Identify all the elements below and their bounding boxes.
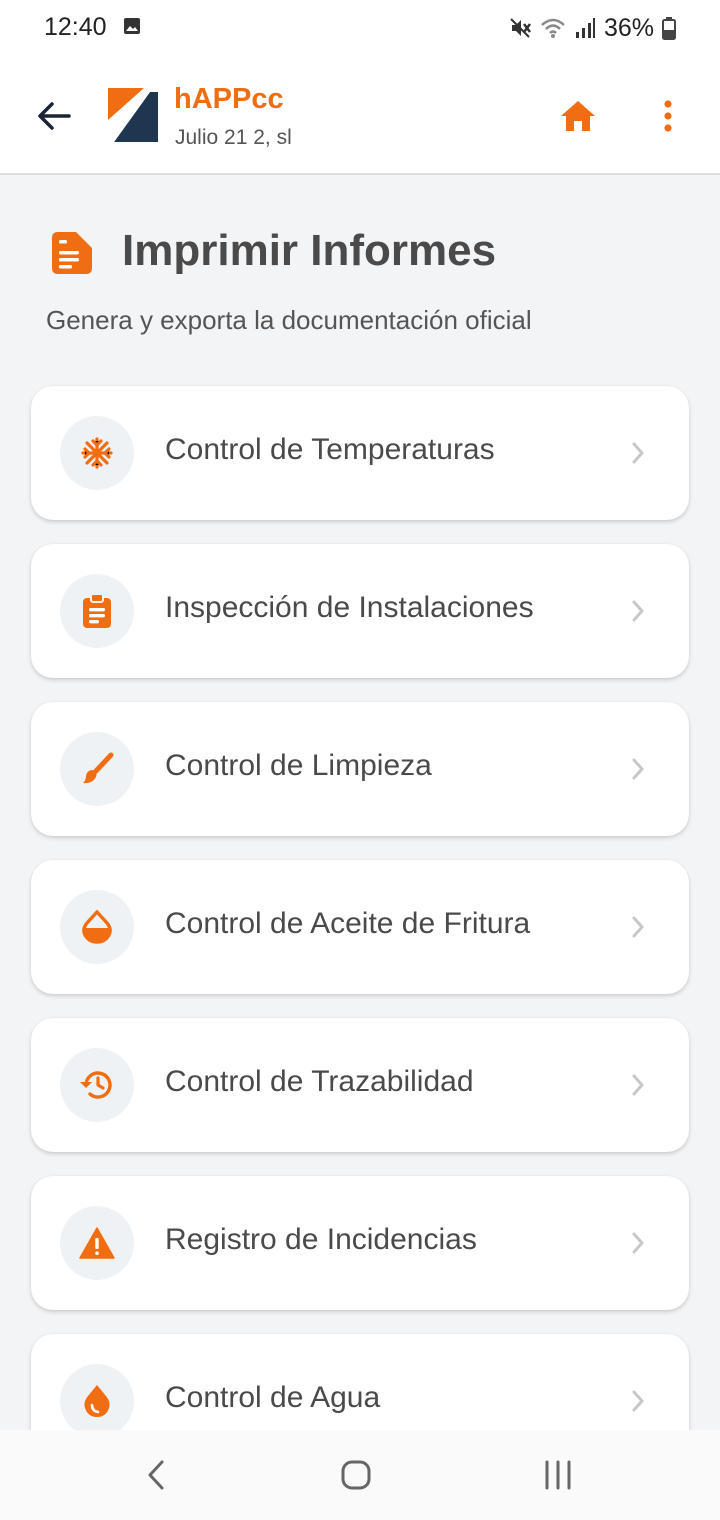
more-vertical-icon xyxy=(664,100,672,132)
report-item-instalaciones[interactable]: Inspección de Instalaciones xyxy=(31,544,689,678)
battery-icon xyxy=(662,17,676,40)
app-title: hAPPcc xyxy=(174,83,284,115)
status-bar: 12:40 36% xyxy=(0,0,720,56)
report-item-label: Control de Limpieza xyxy=(165,749,432,782)
nav-home-button[interactable] xyxy=(326,1450,386,1500)
chevron-right-icon xyxy=(632,600,644,622)
oil-drop-icon xyxy=(82,910,112,944)
snowflake-icon xyxy=(81,437,113,469)
back-nav-icon xyxy=(148,1460,164,1490)
chevron-right-icon xyxy=(632,1232,644,1254)
chevron-right-icon xyxy=(632,916,644,938)
report-file-icon xyxy=(52,232,92,274)
battery-percent: 36% xyxy=(603,13,654,42)
icon-badge xyxy=(60,1364,134,1438)
report-item-label: Control de Agua xyxy=(165,1381,381,1414)
recents-nav-icon xyxy=(545,1460,571,1490)
page-subtitle: Genera y exporta la documentación oficia… xyxy=(46,305,532,335)
status-indicators: 36% xyxy=(508,13,676,43)
signal-icon xyxy=(575,18,595,38)
nav-recents-button[interactable] xyxy=(528,1450,588,1500)
warning-icon xyxy=(79,1227,115,1259)
home-icon xyxy=(561,101,595,131)
home-button[interactable] xyxy=(556,94,600,138)
report-item-label: Inspección de Instalaciones xyxy=(165,591,534,624)
image-icon xyxy=(124,18,140,34)
report-item-temperaturas[interactable]: Control de Temperaturas xyxy=(31,386,689,520)
mute-icon xyxy=(510,18,531,38)
report-item-label: Control de Trazabilidad xyxy=(165,1065,474,1098)
icon-badge xyxy=(60,890,134,964)
report-item-trazabilidad[interactable]: Control de Trazabilidad xyxy=(31,1018,689,1152)
icon-badge xyxy=(60,574,134,648)
home-nav-icon xyxy=(341,1460,371,1490)
brush-icon xyxy=(83,752,114,784)
page-title: Imprimir Informes xyxy=(122,226,497,275)
chevron-right-icon xyxy=(632,1074,644,1096)
system-nav-bar xyxy=(0,1430,720,1520)
back-button[interactable] xyxy=(32,94,76,138)
report-item-limpieza[interactable]: Control de Limpieza xyxy=(31,702,689,836)
app-bar: hAPPcc Julio 21 2, sl xyxy=(0,56,720,175)
app-logo xyxy=(108,88,158,142)
report-item-label: Control de Aceite de Fritura xyxy=(165,907,531,940)
clipboard-icon xyxy=(83,594,111,628)
wifi-icon xyxy=(541,18,565,38)
chevron-right-icon xyxy=(632,442,644,464)
history-icon xyxy=(80,1071,112,1099)
nav-back-button[interactable] xyxy=(126,1450,186,1500)
chevron-right-icon xyxy=(632,1390,644,1412)
more-options-button[interactable] xyxy=(646,94,690,138)
report-item-aceite[interactable]: Control de Aceite de Fritura xyxy=(31,860,689,994)
chevron-right-icon xyxy=(632,758,644,780)
report-item-label: Control de Temperaturas xyxy=(165,433,495,466)
app-subtitle: Julio 21 2, sl xyxy=(175,126,292,149)
icon-badge xyxy=(60,416,134,490)
report-item-incidencias[interactable]: Registro de Incidencias xyxy=(31,1176,689,1310)
icon-badge xyxy=(60,1206,134,1280)
water-drop-icon xyxy=(84,1385,110,1417)
arrow-left-icon xyxy=(38,102,71,130)
icon-badge xyxy=(60,1048,134,1122)
status-time: 12:40 xyxy=(44,13,107,41)
report-item-label: Registro de Incidencias xyxy=(165,1223,477,1256)
icon-badge xyxy=(60,732,134,806)
